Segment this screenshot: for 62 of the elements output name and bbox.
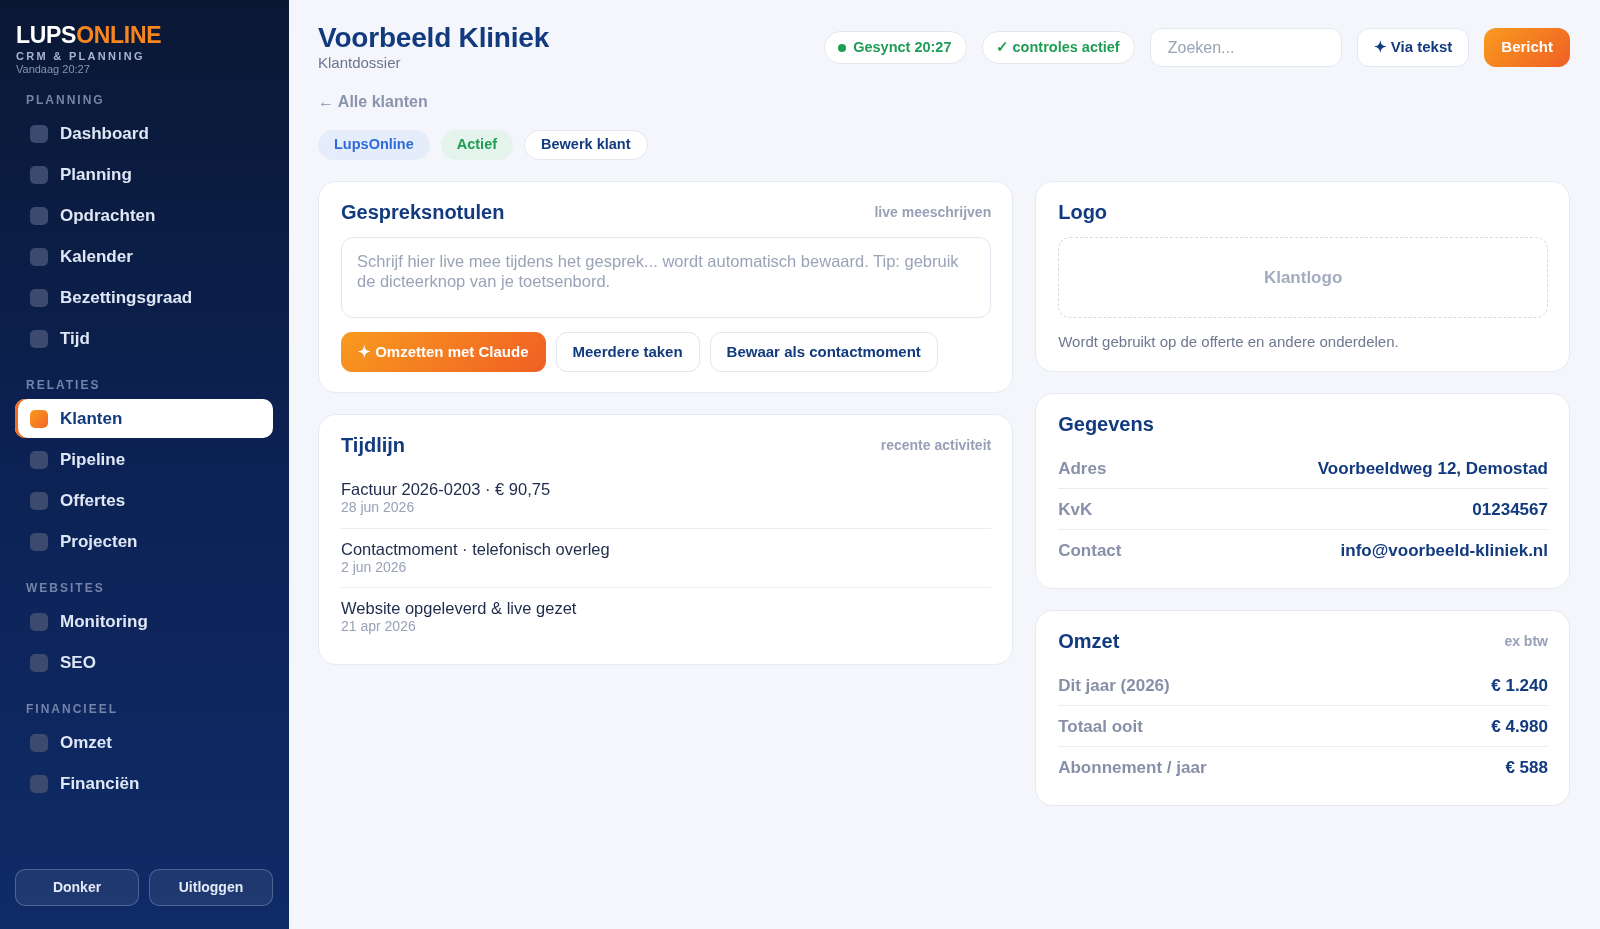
- timeline-date: 2 jun 2026: [341, 558, 408, 576]
- field-value: € 4.980: [1491, 716, 1548, 737]
- sidebar-button[interactable]: Uitloggen: [149, 869, 273, 906]
- tag: Actief: [440, 130, 514, 160]
- sidebar-item[interactable]: Kalender: [15, 237, 273, 276]
- field-label: Abonnement / jaar: [1058, 757, 1207, 778]
- field-value: € 588: [1505, 757, 1548, 778]
- sidebar-item[interactable]: Klanten: [15, 399, 273, 438]
- status-label: ✓ controles actief: [995, 37, 1120, 57]
- timeline-date: 21 apr 2026: [341, 618, 417, 635]
- status-label: Gesynct 20:27: [853, 37, 952, 57]
- field-value: Voorbeeldweg 12, Demostad: [1317, 458, 1548, 479]
- panel-hint: recente activiteit: [880, 435, 992, 455]
- sidebar-item[interactable]: Projecten: [15, 522, 273, 561]
- panel-title: Gegevens: [1058, 412, 1154, 436]
- sidebar-item[interactable]: Bezettingsgraad: [15, 278, 273, 317]
- sidebar-button[interactable]: Donker: [15, 869, 139, 906]
- search-field[interactable]: Zoeken...: [1149, 28, 1342, 67]
- sidebar-item[interactable]: Financiën: [15, 764, 273, 803]
- panel-hint: live meeschrijven: [874, 202, 992, 222]
- sidebar-item[interactable]: Tijd: [15, 319, 273, 358]
- field-label: Dit jaar (2026): [1058, 675, 1170, 696]
- timeline-entry: Factuur 2026-0203 · € 90,75: [341, 480, 552, 499]
- sidebar-item[interactable]: Monitoring: [15, 602, 273, 641]
- sidebar-item[interactable]: Opdrachten: [15, 196, 273, 235]
- logo-caption: Wordt gebruikt op de offerte en andere onderdelen.: [1058, 333, 1400, 351]
- sidebar-item[interactable]: Planning: [15, 155, 273, 194]
- sidebar-item[interactable]: Pipeline: [15, 440, 273, 479]
- field-label: KvK: [1058, 499, 1093, 520]
- secondary-button[interactable]: Bewaar als contactmoment: [709, 332, 938, 372]
- timeline-entry: Contactmoment · telefonisch overleg: [341, 539, 611, 559]
- field-label: Adres: [1058, 458, 1107, 479]
- brand-subtitle: CRM & PLANNING: [16, 50, 145, 63]
- panel-hint: ex btw: [1504, 631, 1548, 651]
- section-heading: WEBSITES: [26, 581, 105, 595]
- section-heading: PLANNING: [26, 93, 105, 107]
- field-value: 01234567: [1472, 499, 1548, 520]
- field-label: Totaal ooit: [1058, 716, 1143, 737]
- sidebar-item[interactable]: Omzet: [15, 723, 273, 762]
- panel-title: Gespreksnotulen: [341, 200, 505, 224]
- field-value: € 1.240: [1491, 675, 1548, 696]
- field-label: Contact: [1058, 540, 1122, 561]
- timeline-entry: Website opgeleverd & live gezet: [341, 599, 578, 618]
- panel-title: Omzet: [1058, 629, 1120, 653]
- notes-field[interactable]: Schrijf hier live mee tijdens het gesprek... wordt automatisch bewaard. Tip: gebruik de dicteerknop van je toetsenbord.: [341, 237, 992, 318]
- secondary-button[interactable]: ✦ Via tekst: [1356, 28, 1470, 67]
- sidebar-item[interactable]: SEO: [15, 643, 273, 682]
- timestamp: Vandaag 20:27: [16, 63, 90, 76]
- panel-title: Logo: [1058, 200, 1108, 224]
- panel-title: Tijdlijn: [341, 433, 406, 457]
- brand-logo: LUPSONLINE: [16, 22, 162, 48]
- secondary-button[interactable]: Meerdere taken: [555, 332, 700, 372]
- tag: LupsOnline: [318, 130, 430, 160]
- sidebar-item[interactable]: Offertes: [15, 481, 273, 520]
- timeline-date: 28 jun 2026: [341, 499, 416, 516]
- page-title: Voorbeeld Kliniek: [318, 22, 550, 54]
- section-heading: FINANCIEEL: [26, 702, 118, 716]
- section-heading: RELATIES: [26, 378, 101, 392]
- sidebar-item[interactable]: Dashboard: [15, 114, 273, 153]
- edit-button[interactable]: Bewerk klant: [524, 130, 648, 160]
- field-value: info@voorbeeld-kliniek.nl: [1340, 540, 1548, 561]
- page-subtitle: Klantdossier: [318, 54, 401, 71]
